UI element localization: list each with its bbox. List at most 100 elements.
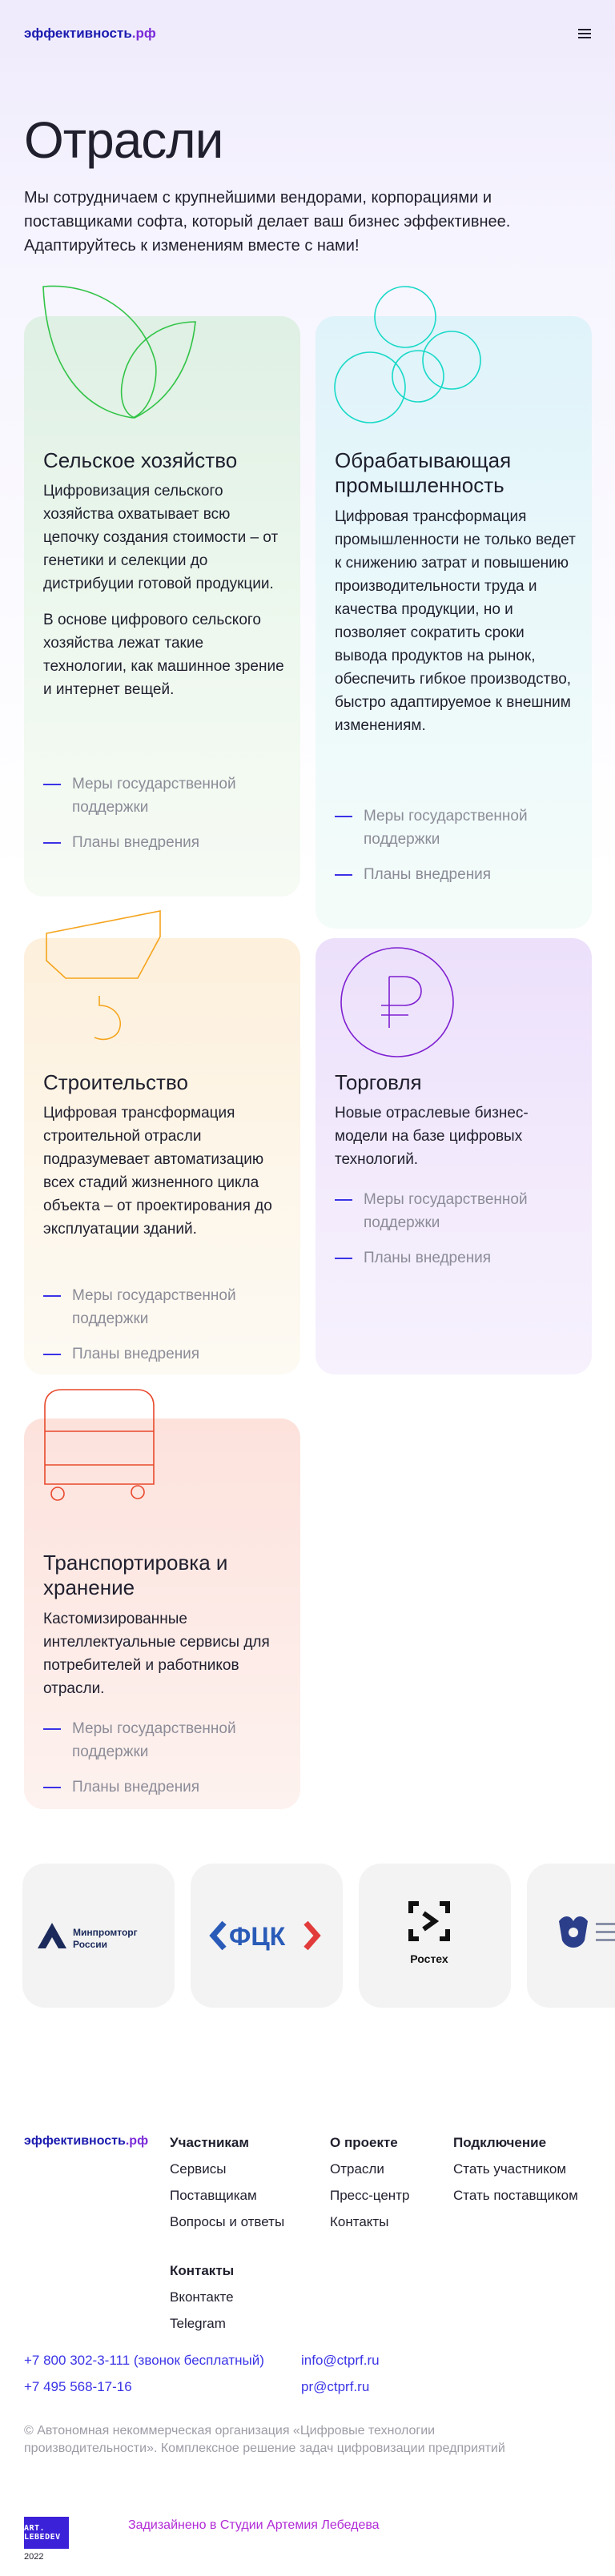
link-label: Меры государственной поддержки <box>364 1191 528 1231</box>
card-description: Цифровизация сельского хозяйства охватыв… <box>43 479 284 701</box>
link-label: Планы внедрения <box>364 1250 492 1266</box>
dash-icon <box>43 1295 61 1297</box>
partner-card[interactable]: Ростех <box>359 1864 511 2008</box>
footer-col-project: О проекте Отрасли Пресс-центр Контакты <box>330 2129 409 2235</box>
implementation-plans-link[interactable]: Планы внедрения <box>43 1342 284 1366</box>
card-title: Сельское хозяйство <box>43 448 238 472</box>
implementation-plans-link[interactable]: Планы внедрения <box>335 1246 576 1270</box>
phone-link[interactable]: +7 495 568-17-16 <box>24 2373 264 2400</box>
footer-link-contacts[interactable]: Контакты <box>330 2209 409 2235</box>
support-measures-link[interactable]: Меры государственной поддержки <box>43 772 284 819</box>
implementation-plans-link[interactable]: Планы внедрения <box>43 831 284 854</box>
card-title: Обрабатывающая промышленность <box>335 448 512 497</box>
support-measures-link[interactable]: Меры государственной поддержки <box>43 1717 284 1763</box>
card-paragraph: Цифровая трансформация промышленности не… <box>335 508 576 734</box>
link-label: Меры государственной поддержки <box>364 808 528 848</box>
implementation-plans-link[interactable]: Планы внедрения <box>335 863 576 886</box>
implementation-plans-link[interactable]: Планы внедрения <box>43 1776 284 1799</box>
card-paragraph: Цифровизация сельского хозяйства охватыв… <box>43 483 279 592</box>
footer-logo[interactable]: эффективность.рф <box>24 2134 148 2149</box>
dash-icon <box>43 1354 61 1355</box>
leaves-icon <box>42 285 196 419</box>
footer-link-services[interactable]: Сервисы <box>170 2156 284 2182</box>
footer-link-become-participant[interactable]: Стать участником <box>453 2156 578 2182</box>
crane-hook-icon <box>46 910 161 1041</box>
link-label: Планы внедрения <box>72 1779 200 1796</box>
circles-icon <box>334 286 481 423</box>
footer-link-become-supplier[interactable]: Стать поставщиком <box>453 2182 578 2209</box>
bus-icon <box>44 1389 155 1501</box>
card-description: Кастомизированные интеллектуальные серви… <box>43 1607 284 1700</box>
studio-credit[interactable]: ART. LEBEDEV <box>24 2517 69 2549</box>
footer-col-participants: Участникам Сервисы Поставщикам Вопросы и… <box>170 2129 284 2235</box>
svg-text:ФЦК: ФЦК <box>229 1922 286 1951</box>
dash-icon <box>335 1258 352 1259</box>
ruble-coin-icon <box>340 947 454 1057</box>
copyright-text: © Автономная некоммерческая организация … <box>24 2424 505 2455</box>
partner-card[interactable]: Минпромторг России <box>22 1864 175 2008</box>
partner-card[interactable] <box>527 1864 615 2008</box>
partner-card[interactable]: ФЦК <box>191 1864 343 2008</box>
card-description: Новые отраслевые бизнес-модели на базе ц… <box>335 1101 576 1171</box>
art-lebedev-logo: ART. LEBEDEV <box>24 2517 69 2549</box>
logo-domain: .рф <box>131 26 156 41</box>
page-intro: Мы сотрудничаем с крупнейшими вендорами,… <box>24 189 511 255</box>
footer-col-heading: О проекте <box>330 2135 398 2150</box>
link-label: Планы внедрения <box>72 834 200 851</box>
footer-link-telegram[interactable]: Telegram <box>170 2310 234 2337</box>
card-title: Торговля <box>335 1070 422 1094</box>
dash-icon <box>43 842 61 844</box>
phone-link[interactable]: +7 800 302-3-111 (звонок бесплатный) <box>24 2347 264 2373</box>
partners-strip: Минпромторг России ФЦК Ростех <box>0 1856 615 2016</box>
dash-icon <box>43 784 61 785</box>
card-paragraph: В основе цифрового сельского хозяйства л… <box>43 612 284 698</box>
footer-phones: +7 800 302-3-111 (звонок бесплатный) +7 … <box>24 2347 264 2400</box>
card-paragraph: Кастомизированные интеллектуальные серви… <box>43 1611 270 1697</box>
footer-col-heading: Контакты <box>170 2263 235 2278</box>
studio-credit-text[interactable]: Задизайнено в Студии Артемия Лебедева <box>128 2517 380 2534</box>
link-label: Меры государственной поддержки <box>72 1287 236 1327</box>
support-measures-link[interactable]: Меры государственной поддержки <box>335 804 576 851</box>
fck-logo-icon: ФЦК <box>209 1920 321 1951</box>
link-label: Меры государственной поддержки <box>72 1720 236 1760</box>
rostec-logo-icon: Ростех <box>408 1901 450 1965</box>
card-title: Транспортировка и хранение <box>43 1551 228 1599</box>
footer-link-suppliers[interactable]: Поставщикам <box>170 2182 284 2209</box>
dash-icon <box>335 874 352 876</box>
footer-emails: info@ctprf.ru pr@ctprf.ru <box>301 2347 380 2400</box>
footer-link-industries[interactable]: Отрасли <box>330 2156 409 2182</box>
svg-text:Минпромторг: Минпромторг <box>73 1927 138 1938</box>
logo-text: эффективность <box>24 2134 126 2148</box>
card-description: Цифровая трансформация промышленности не… <box>335 505 576 737</box>
footer-link-vkontakte[interactable]: Вконтакте <box>170 2284 234 2310</box>
dash-icon <box>335 1199 352 1201</box>
footer-year: 2022 <box>24 2552 44 2562</box>
support-measures-link[interactable]: Меры государственной поддержки <box>335 1188 576 1234</box>
dash-icon <box>43 1728 61 1730</box>
logo-domain: .рф <box>125 2134 149 2148</box>
footer-col-heading: Участникам <box>170 2135 249 2150</box>
email-link[interactable]: pr@ctprf.ru <box>301 2373 380 2400</box>
footer-link-press-center[interactable]: Пресс-центр <box>330 2182 409 2209</box>
coat-of-arms-icon <box>559 1916 615 1948</box>
link-label: Планы внедрения <box>72 1346 200 1362</box>
footer-col-connect: Подключение Стать участником Стать поста… <box>453 2129 578 2209</box>
link-label: Планы внедрения <box>364 866 492 883</box>
svg-text:России: России <box>73 1939 107 1950</box>
support-measures-link[interactable]: Меры государственной поддержки <box>43 1284 284 1330</box>
hamburger-icon[interactable] <box>578 29 591 38</box>
page-title: Отрасли <box>24 111 223 169</box>
footer-col-contacts: Контакты Вконтакте Telegram <box>170 2257 234 2337</box>
minpromtorg-logo-icon: Минпромторг России <box>38 1923 138 1950</box>
card-paragraph: Новые отраслевые бизнес-модели на базе ц… <box>335 1105 529 1168</box>
logo-text: эффективность <box>24 26 132 41</box>
card-paragraph: Цифровая трансформация строительной отра… <box>43 1105 272 1238</box>
page: эффективность.рф Отрасли Мы сотрудничаем… <box>0 0 615 2576</box>
link-label: Меры государственной поддержки <box>72 776 236 816</box>
footer-col-heading: Подключение <box>453 2135 547 2150</box>
footer-link-faq[interactable]: Вопросы и ответы <box>170 2209 284 2235</box>
site-logo[interactable]: эффективность.рф <box>24 26 156 42</box>
email-link[interactable]: info@ctprf.ru <box>301 2347 380 2373</box>
dash-icon <box>335 816 352 817</box>
svg-text:Ростех: Ростех <box>410 1952 448 1965</box>
